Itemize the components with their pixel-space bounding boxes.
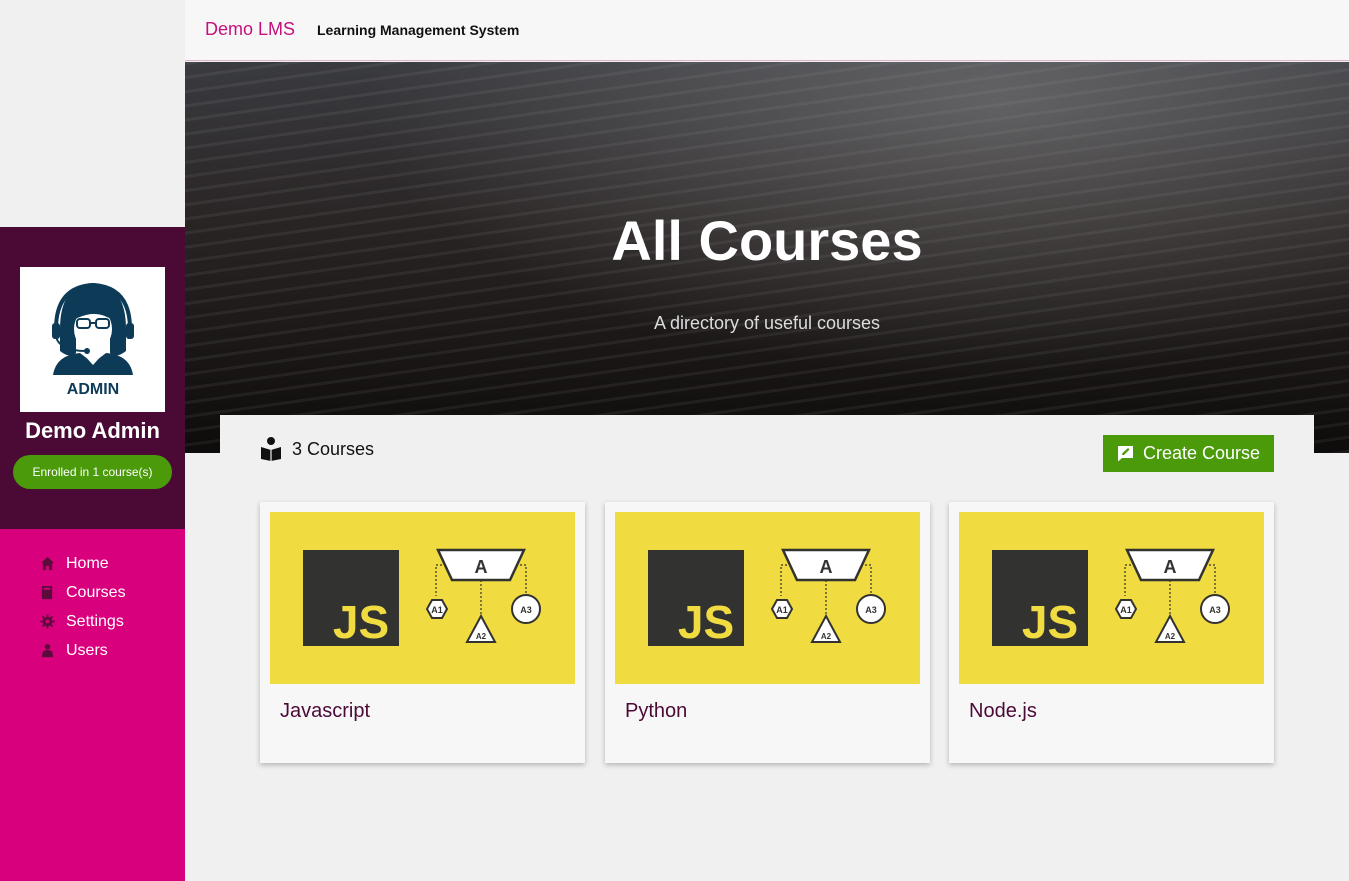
course-title[interactable]: Javascript	[280, 700, 370, 723]
svg-text:A: A	[475, 557, 488, 577]
hero-banner: All Courses A directory of useful course…	[185, 62, 1349, 453]
sidebar-item-courses[interactable]: Courses	[0, 578, 185, 607]
sidebar-item-settings[interactable]: Settings	[0, 607, 185, 636]
enrolled-badge: Enrolled in 1 course(s)	[13, 455, 172, 489]
course-count-label: 3 Courses	[292, 438, 375, 459]
svg-text:A2: A2	[476, 632, 487, 641]
sidebar-item-label: Courses	[66, 583, 126, 601]
top-bar: Demo LMS Learning Management System	[185, 0, 1349, 61]
svg-text:A1: A1	[776, 605, 788, 615]
svg-text:A2: A2	[821, 632, 832, 641]
javascript-diagram-icon: JS A A1 A2 A3	[270, 512, 575, 684]
brand-link[interactable]: Demo LMS	[205, 19, 295, 40]
course-title[interactable]: Node.js	[969, 700, 1037, 723]
sidebar-item-users[interactable]: Users	[0, 636, 185, 665]
course-card-nodejs[interactable]: JS A A1 A2 A3 Node.js	[949, 502, 1274, 763]
courses-panel: 3 Courses Create Course JS A A1 A2 A3 Ja…	[220, 415, 1314, 795]
home-icon	[40, 556, 55, 571]
svg-text:A: A	[1164, 557, 1177, 577]
course-thumbnail: JS A A1 A2 A3	[959, 512, 1264, 684]
sidebar-item-label: Home	[66, 554, 109, 572]
create-course-button[interactable]: Create Course	[1103, 435, 1274, 472]
svg-text:A1: A1	[431, 605, 443, 615]
admin-avatar-icon: ADMIN	[20, 267, 165, 412]
svg-text:A3: A3	[520, 605, 532, 615]
svg-text:A2: A2	[1165, 632, 1176, 641]
create-course-label: Create Course	[1142, 443, 1261, 463]
book-icon	[40, 585, 55, 600]
page-title: All Courses	[611, 209, 923, 272]
javascript-diagram-icon: JS A A1 A2 A3	[959, 512, 1264, 684]
svg-text:A1: A1	[1120, 605, 1132, 615]
course-thumbnail: JS A A1 A2 A3	[270, 512, 575, 684]
profile-panel: ADMIN Demo Admin Enrolled in 1 course(s)	[0, 227, 185, 529]
course-card-javascript[interactable]: JS A A1 A2 A3 Javascript	[260, 502, 585, 763]
svg-text:JS: JS	[333, 596, 389, 648]
profile-name: Demo Admin	[25, 418, 160, 443]
page-subtitle: A directory of useful courses	[653, 313, 881, 333]
svg-text:JS: JS	[678, 596, 734, 648]
tagline: Learning Management System	[317, 22, 520, 38]
javascript-diagram-icon: JS A A1 A2 A3	[615, 512, 920, 684]
course-title[interactable]: Python	[625, 700, 687, 723]
course-thumbnail: JS A A1 A2 A3	[615, 512, 920, 684]
edit-comment-icon	[1117, 446, 1133, 462]
avatar: ADMIN	[20, 267, 165, 412]
svg-text:A: A	[820, 557, 833, 577]
sidebar-nav: Home Courses Settings Users	[0, 529, 185, 881]
sidebar-item-label: Users	[66, 641, 108, 659]
course-card-python[interactable]: JS A A1 A2 A3 Python	[605, 502, 930, 763]
gear-icon	[40, 614, 55, 629]
svg-text:ADMIN: ADMIN	[67, 381, 119, 398]
svg-text:A3: A3	[865, 605, 877, 615]
sidebar-item-home[interactable]: Home	[0, 549, 185, 578]
user-icon	[40, 643, 55, 658]
svg-text:A3: A3	[1209, 605, 1221, 615]
reader-icon	[261, 437, 281, 461]
svg-text:JS: JS	[1022, 596, 1078, 648]
sidebar: ADMIN Demo Admin Enrolled in 1 course(s)…	[0, 0, 185, 881]
sidebar-item-label: Settings	[66, 612, 124, 630]
course-count: 3 Courses	[260, 437, 374, 461]
